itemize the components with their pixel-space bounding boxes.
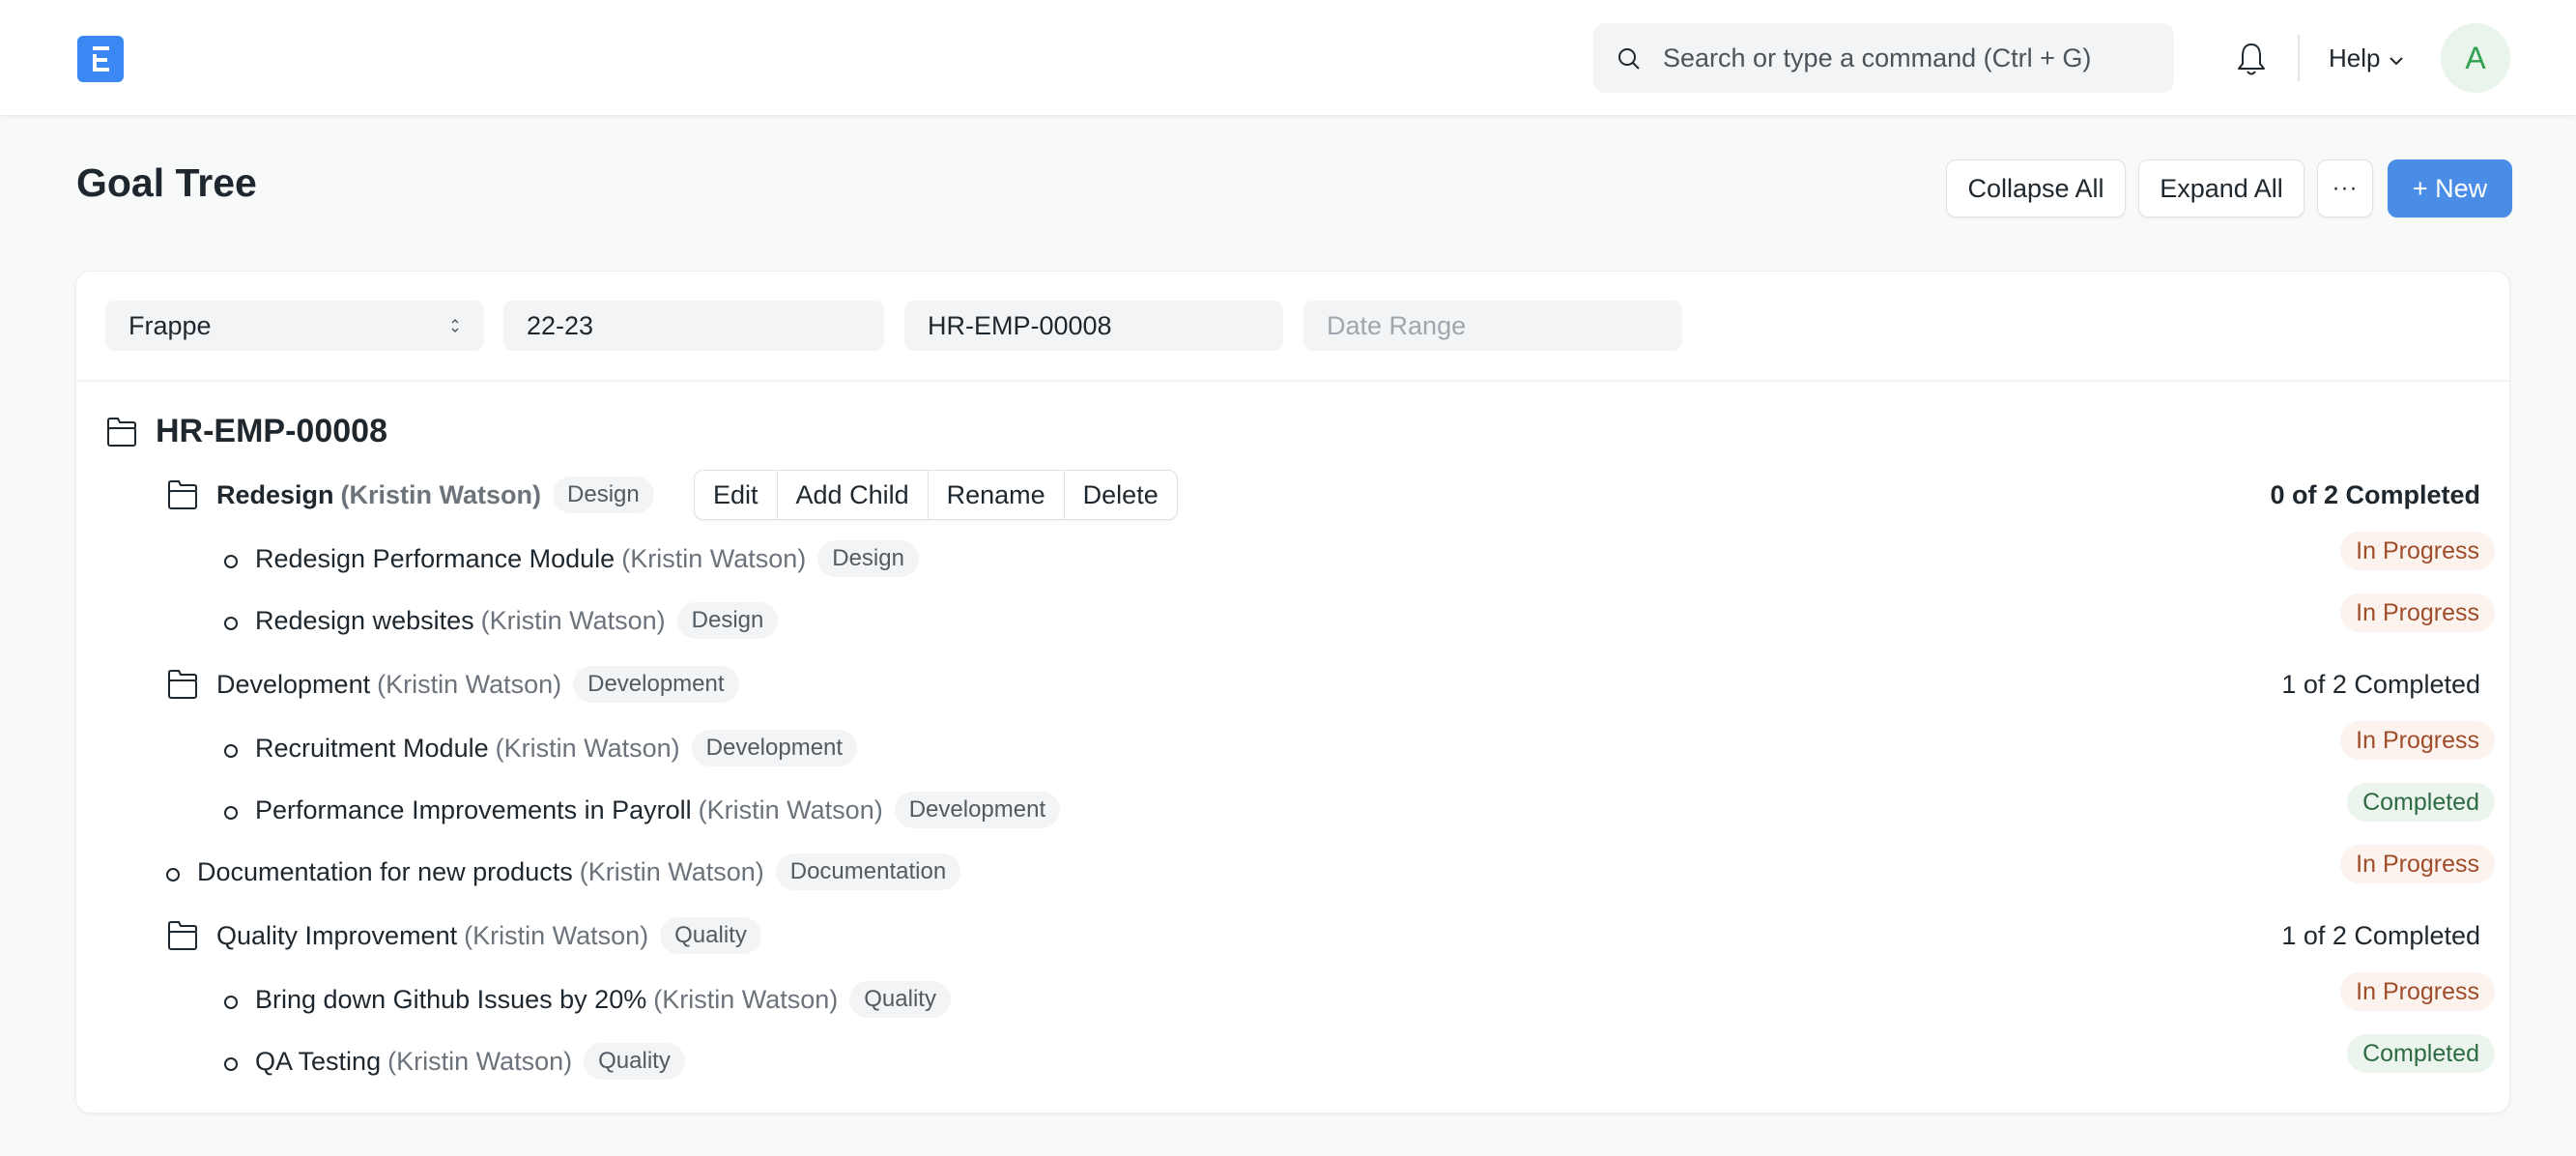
page-title: Goal Tree — [76, 160, 257, 205]
date-range-placeholder: Date Range — [1327, 310, 1467, 340]
node-owner: (Kristin Watson) — [480, 605, 666, 635]
status-badge: In Progress — [2340, 532, 2495, 570]
tree-node-group[interactable]: Development (Kristin Watson) Development — [166, 666, 739, 703]
node-name: Quality Improvement — [216, 920, 458, 950]
rename-node-button[interactable]: Rename — [929, 471, 1065, 519]
employee-filter[interactable]: HR-EMP-00008 — [904, 301, 1283, 351]
tree-node-leaf[interactable]: Recruitment Module (Kristin Watson) Deve… — [224, 730, 858, 766]
kra-tag: Quality — [660, 917, 761, 954]
leaf-bullet-icon — [224, 744, 238, 758]
collapse-all-button[interactable]: Collapse All — [1946, 159, 2126, 217]
user-avatar[interactable]: A — [2441, 23, 2510, 93]
kra-tag: Development — [573, 666, 739, 703]
company-filter-value: Frappe — [129, 310, 212, 340]
leaf-bullet-icon — [224, 1057, 238, 1071]
leaf-bullet-icon — [166, 868, 180, 881]
leaf-bullet-icon — [224, 555, 238, 568]
leaf-bullet-icon — [224, 617, 238, 630]
kra-tag: Design — [553, 477, 654, 513]
help-dropdown[interactable]: Help — [2329, 39, 2405, 77]
node-name: Bring down Github Issues by 20% — [255, 984, 647, 1014]
appraisal-cycle-filter[interactable]: 22-23 — [503, 301, 884, 351]
kra-tag: Quality — [849, 981, 951, 1018]
card-divider — [76, 380, 2509, 382]
node-name: QA Testing — [255, 1046, 382, 1076]
node-name: Redesign — [216, 479, 334, 509]
folder-icon — [168, 670, 197, 699]
tree-node-leaf[interactable]: Documentation for new products (Kristin … — [166, 853, 961, 890]
notifications-bell-icon[interactable] — [2232, 39, 2271, 79]
tree-node-leaf[interactable]: QA Testing (Kristin Watson) Quality — [224, 1043, 685, 1080]
node-name: Redesign Performance Module — [255, 543, 615, 573]
goal-tree-card: Frappe 22-23 HR-EMP-00008 Date Range HR-… — [75, 271, 2510, 1113]
kra-tag: Quality — [584, 1043, 685, 1080]
group-progress: 0 of 2 Completed — [2270, 480, 2480, 509]
node-name: Recruitment Module — [255, 733, 489, 763]
node-name: Development — [216, 669, 371, 699]
node-name: Performance Improvements in Payroll — [255, 795, 692, 824]
node-name: Documentation for new products — [197, 856, 573, 886]
employee-filter-value: HR-EMP-00008 — [928, 310, 1112, 340]
expand-all-button[interactable]: Expand All — [2138, 159, 2304, 217]
company-filter[interactable]: Frappe — [105, 301, 484, 351]
tree-root-label: HR-EMP-00008 — [156, 413, 387, 449]
folder-icon — [168, 921, 197, 950]
node-name: Redesign websites — [255, 605, 474, 635]
delete-node-button[interactable]: Delete — [1065, 471, 1177, 519]
search-bar[interactable] — [1593, 23, 2174, 93]
kra-tag: Development — [691, 730, 858, 766]
chevron-down-icon — [2388, 43, 2405, 73]
erpnext-logo-icon[interactable] — [77, 36, 124, 82]
tree-node-leaf[interactable]: Redesign Performance Module (Kristin Wat… — [224, 540, 919, 577]
tree-root-node[interactable]: HR-EMP-00008 — [105, 413, 387, 450]
more-actions-button[interactable]: ··· — [2317, 159, 2373, 217]
tree-node-group[interactable]: Redesign (Kristin Watson) Design — [166, 477, 654, 513]
date-range-filter[interactable]: Date Range — [1303, 301, 1682, 351]
avatar-initial: A — [2465, 40, 2486, 75]
status-badge: In Progress — [2340, 593, 2495, 632]
status-badge: Completed — [2347, 783, 2495, 822]
kra-tag: Design — [676, 602, 779, 639]
status-badge: In Progress — [2340, 972, 2495, 1011]
new-button[interactable]: + New — [2388, 159, 2512, 217]
status-badge: Completed — [2347, 1034, 2495, 1073]
group-progress: 1 of 2 Completed — [2281, 921, 2480, 950]
leaf-bullet-icon — [224, 806, 238, 820]
node-owner: (Kristin Watson) — [377, 669, 562, 699]
leaf-bullet-icon — [224, 996, 238, 1009]
node-owner: (Kristin Watson) — [579, 856, 764, 886]
node-owner: (Kristin Watson) — [621, 543, 807, 573]
search-input[interactable] — [1663, 23, 2156, 93]
navbar-divider — [2298, 35, 2300, 81]
kra-tag: Development — [894, 792, 1061, 828]
folder-icon — [168, 480, 197, 509]
select-updown-icon — [449, 314, 461, 344]
node-actions-toolbar: Edit Add Child Rename Delete — [694, 470, 1178, 520]
node-owner: (Kristin Watson) — [464, 920, 649, 950]
tree-node-leaf[interactable]: Redesign websites (Kristin Watson) Desig… — [224, 602, 779, 639]
status-badge: In Progress — [2340, 845, 2495, 883]
node-owner: (Kristin Watson) — [340, 479, 542, 509]
node-owner: (Kristin Watson) — [495, 733, 680, 763]
tree-node-leaf[interactable]: Performance Improvements in Payroll (Kri… — [224, 792, 1061, 828]
node-owner: (Kristin Watson) — [653, 984, 839, 1014]
navbar: Help A — [0, 0, 2576, 116]
tree-node-group[interactable]: Quality Improvement (Kristin Watson) Qua… — [166, 917, 761, 954]
folder-open-icon — [107, 417, 136, 447]
group-progress: 1 of 2 Completed — [2281, 670, 2480, 699]
tree-node-leaf[interactable]: Bring down Github Issues by 20% (Kristin… — [224, 981, 951, 1018]
status-badge: In Progress — [2340, 721, 2495, 760]
node-owner: (Kristin Watson) — [698, 795, 883, 824]
edit-node-button[interactable]: Edit — [695, 471, 778, 519]
node-owner: (Kristin Watson) — [387, 1046, 573, 1076]
add-child-button[interactable]: Add Child — [778, 471, 929, 519]
help-label: Help — [2329, 43, 2381, 72]
appraisal-cycle-value: 22-23 — [527, 310, 594, 340]
kra-tag: Design — [817, 540, 919, 577]
kra-tag: Documentation — [775, 853, 961, 890]
search-icon — [1617, 46, 1642, 76]
